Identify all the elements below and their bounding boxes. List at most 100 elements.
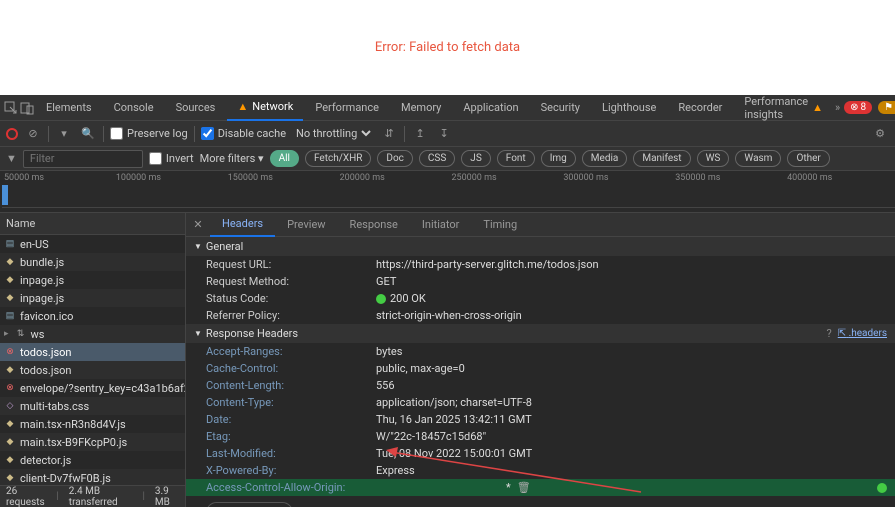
request-name: inpage.js bbox=[20, 292, 64, 305]
close-details-icon[interactable]: ✕ bbox=[186, 213, 210, 237]
wifi-icon[interactable]: ⇵ bbox=[380, 125, 398, 143]
tab-performance[interactable]: Performance bbox=[305, 95, 389, 121]
tab-sources[interactable]: Sources bbox=[166, 95, 226, 121]
request-row[interactable]: ◆ inpage.js bbox=[0, 289, 185, 307]
request-row[interactable]: ◆main.tsx-B9FKcpP0.js bbox=[0, 433, 185, 451]
header-key: Accept-Ranges: bbox=[206, 345, 376, 358]
header-value: W/"22c-18457c15d68" bbox=[376, 430, 486, 443]
section-response-headers[interactable]: ▼Response Headers ? ⇱ .headers bbox=[186, 324, 895, 343]
filter-pill-fetch[interactable]: Fetch/XHR bbox=[305, 150, 371, 167]
filter-pill-wasm[interactable]: Wasm bbox=[735, 150, 781, 167]
settings-gear-icon[interactable]: ⚙ bbox=[871, 125, 889, 143]
search-icon[interactable]: 🔍 bbox=[79, 125, 97, 143]
request-name: envelope/?sentry_key=c43a1b6af24946… bbox=[20, 382, 185, 395]
tab-network[interactable]: ▲Network bbox=[227, 95, 303, 121]
filter-pill-ws[interactable]: WS bbox=[697, 150, 730, 167]
general-url-key: Request URL: bbox=[206, 258, 376, 271]
tab-lighthouse[interactable]: Lighthouse bbox=[592, 95, 666, 121]
tab-application[interactable]: Application bbox=[453, 95, 528, 121]
error-count-badge[interactable]: ⊗8 bbox=[844, 101, 872, 114]
file-doc-icon: ▤ bbox=[4, 310, 16, 322]
tab-perf-insights[interactable]: Performance insights ▲ bbox=[734, 95, 833, 121]
request-row[interactable]: ◆detector.js bbox=[0, 451, 185, 469]
detail-tab-headers[interactable]: Headers bbox=[210, 213, 275, 237]
filter-pill-doc[interactable]: Doc bbox=[377, 150, 413, 167]
tab-recorder[interactable]: Recorder bbox=[668, 95, 732, 121]
request-name: multi-tabs.css bbox=[20, 400, 89, 413]
inspect-icon[interactable] bbox=[4, 98, 18, 118]
filter-pill-other[interactable]: Other bbox=[787, 150, 829, 167]
request-row[interactable]: ⊗ envelope/?sentry_key=c43a1b6af24946… bbox=[0, 379, 185, 397]
file-js-icon: ◆ bbox=[4, 454, 16, 466]
request-row[interactable]: ◆todos.json bbox=[0, 361, 185, 379]
request-name: inpage.js bbox=[20, 274, 64, 287]
file-err-icon: ⊗ bbox=[4, 382, 16, 394]
request-row[interactable]: ◆ inpage.js bbox=[0, 271, 185, 289]
general-method-key: Request Method: bbox=[206, 275, 376, 288]
help-icon[interactable]: ? bbox=[827, 327, 832, 340]
timeline-mark: 250000 ms bbox=[448, 173, 560, 183]
disable-cache-checkbox[interactable]: Disable cache bbox=[201, 127, 286, 140]
network-timeline[interactable]: 50000 ms 100000 ms 150000 ms 200000 ms 2… bbox=[0, 171, 895, 213]
add-header-button[interactable]: + Add header bbox=[206, 502, 293, 507]
file-js-icon: ◆ bbox=[4, 274, 16, 286]
request-name: todos.json bbox=[20, 346, 71, 359]
header-key: Cache-Control: bbox=[206, 362, 376, 375]
headers-link[interactable]: ⇱ .headers bbox=[838, 328, 887, 339]
tab-console[interactable]: Console bbox=[104, 95, 164, 121]
request-list: Name ▤en-US◆bundle.js◆inpage.js◆inpage.j… bbox=[0, 213, 186, 507]
file-js-icon: ◆ bbox=[4, 292, 16, 304]
tab-memory[interactable]: Memory bbox=[391, 95, 451, 121]
detail-tab-response[interactable]: Response bbox=[338, 213, 410, 237]
request-row[interactable]: ◆client-Dv7fwF0B.js bbox=[0, 469, 185, 485]
general-status-key: Status Code: bbox=[206, 292, 376, 305]
delete-header-icon[interactable]: 🗑 bbox=[517, 481, 531, 494]
more-filters-dropdown[interactable]: More filters ▾ bbox=[200, 152, 264, 165]
request-row[interactable]: ▤favicon.ico bbox=[0, 307, 185, 325]
filter-pill-css[interactable]: CSS bbox=[419, 150, 455, 167]
tab-elements[interactable]: Elements bbox=[36, 95, 102, 121]
request-row[interactable]: ⊗todos.json bbox=[0, 343, 185, 361]
request-name: bundle.js bbox=[20, 256, 64, 269]
upload-icon[interactable]: ↥ bbox=[411, 125, 429, 143]
download-icon[interactable]: ↧ bbox=[435, 125, 453, 143]
filter-pill-manifest[interactable]: Manifest bbox=[633, 150, 690, 167]
request-list-header[interactable]: Name bbox=[0, 213, 185, 235]
detail-tab-preview[interactable]: Preview bbox=[275, 213, 337, 237]
more-tabs-icon[interactable]: » bbox=[835, 98, 840, 118]
preserve-log-checkbox[interactable]: Preserve log bbox=[110, 127, 188, 140]
header-row-acao[interactable]: Access-Control-Allow-Origin: * 🗑 bbox=[186, 479, 895, 496]
detail-tab-initiator[interactable]: Initiator bbox=[410, 213, 472, 237]
section-general[interactable]: ▼General bbox=[186, 237, 895, 256]
general-url-value: https://third-party-server.glitch.me/tod… bbox=[376, 258, 599, 271]
filter-pill-img[interactable]: Img bbox=[541, 150, 576, 167]
file-doc-icon: ▤ bbox=[4, 238, 16, 250]
clear-icon[interactable]: ⊘ bbox=[24, 125, 42, 143]
request-row[interactable]: ◇multi-tabs.css bbox=[0, 397, 185, 415]
header-value: public, max-age=0 bbox=[376, 362, 465, 375]
filter-icon[interactable]: ▾ bbox=[55, 125, 73, 143]
filter-pill-js[interactable]: JS bbox=[461, 150, 490, 167]
invert-checkbox[interactable]: Invert bbox=[149, 152, 194, 165]
throttling-select[interactable]: No throttling bbox=[292, 126, 374, 141]
devtools-tabbar: Elements Console Sources ▲Network Perfor… bbox=[0, 95, 895, 121]
header-key: Content-Type: bbox=[206, 396, 376, 409]
request-row[interactable]: ▤en-US bbox=[0, 235, 185, 253]
record-button[interactable] bbox=[6, 128, 18, 140]
request-row[interactable]: ◆bundle.js bbox=[0, 253, 185, 271]
request-row[interactable]: ▸⇅ws bbox=[0, 325, 185, 343]
detail-tab-timing[interactable]: Timing bbox=[471, 213, 529, 237]
header-value: Tue, 08 Nov 2022 15:00:01 GMT bbox=[376, 447, 532, 460]
header-value: Thu, 16 Jan 2025 13:42:11 GMT bbox=[376, 413, 532, 426]
device-toggle-icon[interactable] bbox=[20, 98, 34, 118]
tab-security[interactable]: Security bbox=[531, 95, 590, 121]
request-row[interactable]: ◆main.tsx-nR3n8d4V.js bbox=[0, 415, 185, 433]
filter-pill-all[interactable]: All bbox=[270, 150, 299, 167]
timeline-mark: 350000 ms bbox=[671, 173, 783, 183]
filter-pill-font[interactable]: Font bbox=[497, 150, 535, 167]
request-name: client-Dv7fwF0B.js bbox=[20, 472, 111, 485]
request-name: todos.json bbox=[20, 364, 71, 377]
warning-count-badge[interactable]: ⚑3 bbox=[878, 101, 895, 114]
filter-input[interactable] bbox=[23, 150, 143, 168]
filter-pill-media[interactable]: Media bbox=[582, 150, 628, 167]
